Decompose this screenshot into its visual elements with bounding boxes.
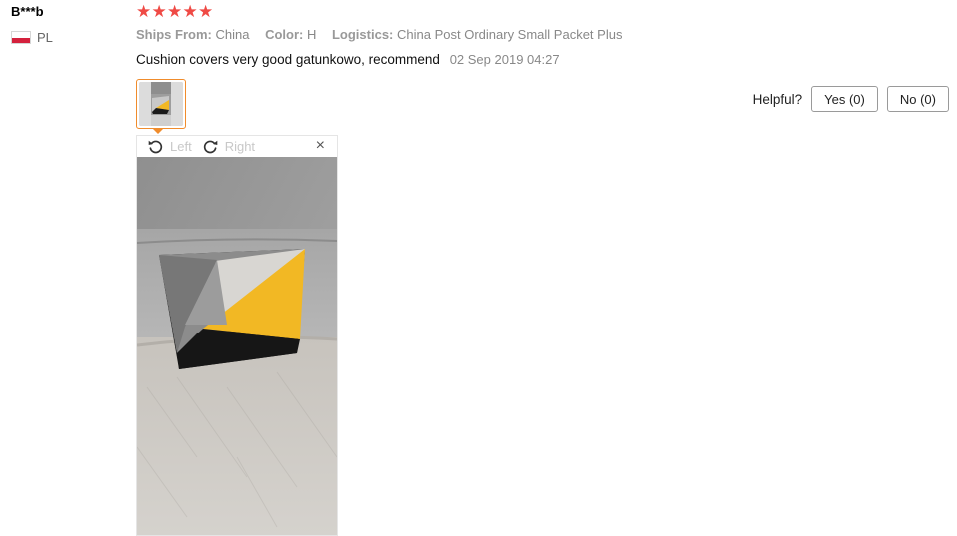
country-code: PL	[37, 30, 53, 45]
review-body: Cushion covers very good gatunkowo, reco…	[136, 52, 560, 67]
review-photo-thumbnail[interactable]	[136, 79, 186, 129]
helpful-voting: Helpful? Yes (0) No (0)	[753, 86, 949, 112]
helpful-yes-button[interactable]: Yes (0)	[811, 86, 878, 112]
thumbnail-pointer	[152, 128, 164, 134]
star-rating: ★ ★ ★ ★ ★	[136, 3, 214, 21]
order-details: Ships From: China Color: H Logistics: Ch…	[136, 27, 634, 42]
star-icon: ★	[136, 2, 152, 21]
color-label: Color:	[265, 27, 304, 42]
rotate-right-button[interactable]: Right	[202, 138, 255, 155]
star-icon: ★	[182, 2, 198, 21]
rotate-left-label: Left	[170, 139, 192, 154]
star-icon: ★	[198, 2, 214, 21]
rotate-right-icon	[203, 140, 217, 154]
poland-flag-icon	[11, 31, 31, 44]
star-icon: ★	[167, 2, 183, 21]
reviewer-name: B***b	[11, 4, 44, 19]
ships-from-label: Ships From:	[136, 27, 212, 42]
star-icon: ★	[151, 2, 167, 21]
review-date: 02 Sep 2019 04:27	[449, 52, 560, 67]
rotate-left-button[interactable]: Left	[147, 138, 192, 155]
logistics-label: Logistics:	[331, 27, 394, 42]
rotate-left-icon	[148, 140, 163, 154]
logistics-value: China Post Ordinary Small Packet Plus	[397, 27, 623, 42]
review-text: Cushion covers very good gatunkowo, reco…	[136, 52, 440, 67]
viewer-toolbar: Left Right ×	[137, 136, 337, 157]
helpful-no-button[interactable]: No (0)	[886, 86, 949, 112]
close-icon[interactable]: ×	[316, 137, 325, 155]
thumbnail-image	[139, 82, 183, 126]
review-photo	[137, 157, 337, 535]
ships-from-value: China	[215, 27, 250, 42]
rotate-right-label: Right	[224, 139, 256, 154]
helpful-label: Helpful?	[752, 91, 803, 107]
color-value: H	[306, 27, 317, 42]
photo-viewer: Left Right ×	[136, 135, 338, 536]
reviewer-country: PL	[11, 30, 53, 45]
